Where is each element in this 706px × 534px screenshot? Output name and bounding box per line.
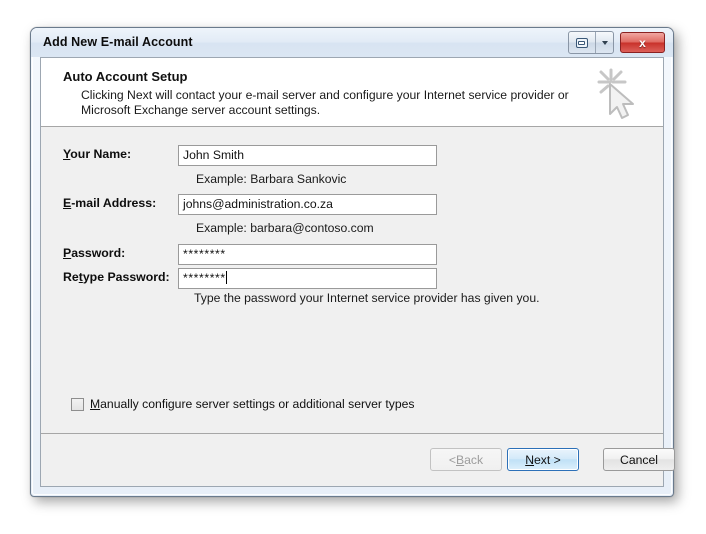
retype-password-input[interactable]: ******** (178, 268, 437, 289)
chevron-down-icon (601, 40, 608, 45)
email-address-accel: E (63, 196, 72, 210)
email-address-hint: Example: barbara@contoso.com (196, 221, 374, 235)
your-name-input[interactable]: John Smith (178, 145, 437, 166)
dialog-window: Add New E-mail Account x Auto Account Se… (30, 27, 675, 497)
window-menu-button[interactable] (596, 32, 613, 53)
manual-configure-checkbox[interactable] (71, 398, 84, 411)
field-row-email: E-mail Address: johns@administration.co.… (41, 194, 663, 215)
wizard-header: Auto Account Setup Clicking Next will co… (41, 58, 663, 127)
page-description: Clicking Next will contact your e-mail s… (81, 88, 569, 117)
email-address-input[interactable]: johns@administration.co.za (178, 194, 437, 215)
retype-password-label: Retype Password: (63, 270, 170, 284)
dialog-footer: < Back Next > Cancel (41, 433, 675, 486)
restore-dropdown-combo[interactable] (568, 31, 614, 54)
dialog-client-area: Auto Account Setup Clicking Next will co… (40, 57, 675, 487)
close-icon: x (639, 35, 646, 50)
restore-button[interactable] (569, 32, 596, 53)
password-label: Password: (63, 246, 126, 260)
cancel-button[interactable]: Cancel (603, 448, 675, 471)
password-hint: Type the password your Internet service … (194, 291, 540, 305)
field-row-retype-password: Retype Password: ******** (41, 268, 663, 289)
close-button[interactable]: x (620, 32, 665, 53)
manual-configure-label[interactable]: Manually configure server settings or ad… (90, 397, 414, 411)
window-title: Add New E-mail Account (43, 35, 193, 49)
your-name-label: Your Name: (63, 147, 132, 161)
next-button[interactable]: Next > (507, 448, 579, 471)
page-title: Auto Account Setup (63, 69, 188, 84)
email-address-label: E-mail Address: (63, 196, 157, 210)
wizard-body: Your Name: John Smith Example: Barbara S… (41, 127, 663, 431)
manual-configure-row[interactable]: Manually configure server settings or ad… (41, 396, 663, 414)
text-caret (225, 271, 227, 284)
window-controls: x (568, 31, 665, 54)
password-accel: P (63, 246, 72, 260)
field-row-name: Your Name: John Smith (41, 145, 663, 166)
back-button[interactable]: < Back (430, 448, 502, 471)
field-row-password: Password: ******** (41, 244, 663, 265)
restore-window-icon (576, 37, 588, 48)
password-input[interactable]: ******** (178, 244, 437, 265)
manual-configure-accel: M (90, 397, 101, 411)
title-bar[interactable]: Add New E-mail Account x (31, 28, 673, 57)
your-name-hint: Example: Barbara Sankovic (196, 172, 347, 186)
cursor-sparkle-icon (597, 68, 634, 119)
